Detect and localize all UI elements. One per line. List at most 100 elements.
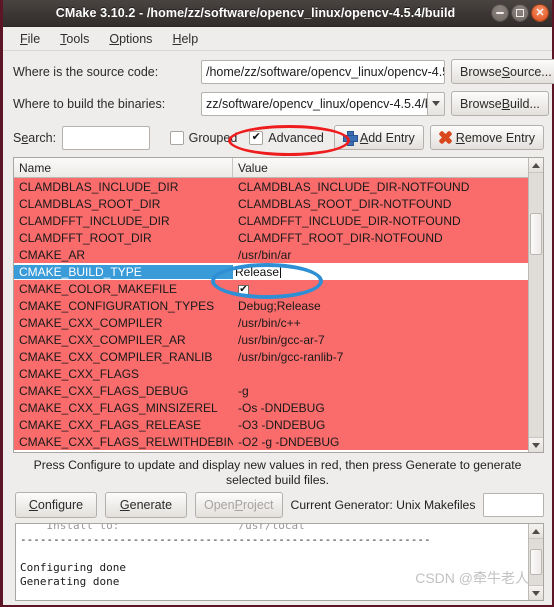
output-log-scrollbar[interactable] (528, 524, 543, 600)
cache-entry-value[interactable]: -O2 -g -DNDEBUG (233, 435, 528, 449)
table-row[interactable]: CMAKE_CXX_FLAGS (14, 365, 528, 382)
table-row[interactable]: CLAMDFFT_ROOT_DIR CLAMDFFT_ROOT_DIR-NOTFO… (14, 229, 528, 246)
table-row[interactable]: CMAKE_CXX_COMPILER_AR/usr/bin/gcc-ar-7 (14, 331, 528, 348)
cache-entry-value[interactable]: -g (233, 384, 528, 398)
current-generator-label: Current Generator: Unix Makefiles (290, 498, 476, 512)
table-row[interactable]: CMAKE_CXX_FLAGS_DEBUG -g (14, 382, 528, 399)
menu-help[interactable]: Help (163, 30, 207, 48)
browse-build-button[interactable]: Browse Build... (451, 91, 549, 116)
cache-entry-value[interactable]: -Os -DNDEBUG (233, 401, 528, 415)
table-row[interactable]: CMAKE_CXX_FLAGS_RELWITHDEBINFO -O2 -g -DN… (14, 433, 528, 450)
grouped-checkbox[interactable] (169, 130, 184, 145)
advanced-checkbox[interactable]: ✔ (249, 130, 264, 145)
cache-entry-checkbox[interactable]: ✔ (238, 284, 249, 296)
window-controls: ✕ (491, 4, 549, 22)
cache-entry-name: CMAKE_CXX_FLAGS_RELEASE (19, 417, 202, 432)
cache-entry-name: CMAKE_CXX_COMPILER_AR (19, 332, 186, 347)
search-label: Search: (13, 130, 57, 145)
source-label: Where is the source code: (13, 64, 159, 79)
cache-entry-name: CMAKE_COLOR_MAKEFILE (19, 281, 178, 296)
remove-entry-button[interactable]: Remove Entry (429, 125, 544, 150)
scroll-down-arrow-icon[interactable] (529, 437, 543, 452)
browse-source-button[interactable]: Browse Source... (451, 59, 554, 84)
table-row[interactable]: CMAKE_AR/usr/bin/ar (14, 246, 528, 263)
binaries-label: Where to build the binaries: (13, 96, 166, 111)
x-mark-icon (439, 131, 452, 144)
configure-button[interactable]: Configure (15, 492, 97, 518)
menu-tools[interactable]: Tools (51, 30, 98, 48)
hint-text: Press Configure to update and display ne… (33, 458, 522, 487)
table-row[interactable]: CMAKE_CXX_COMPILER/usr/bin/c++ (14, 314, 528, 331)
cache-entry-value[interactable]: /usr/bin/c++ (233, 316, 528, 330)
add-entry-button[interactable]: Add Entry (333, 125, 424, 150)
cache-entry-name: CMAKE_CONFIGURATION_TYPES (19, 298, 215, 313)
cache-entry-value[interactable]: /usr/bin/ar (233, 248, 528, 262)
cache-entry-name: CMAKE_CXX_COMPILER_RANLIB (19, 349, 213, 364)
minimize-icon[interactable] (491, 4, 509, 22)
cache-entry-value[interactable]: CLAMDBLAS_INCLUDE_DIR-NOTFOUND (233, 180, 528, 194)
menu-options[interactable]: Options (100, 30, 161, 48)
table-row[interactable]: CLAMDBLAS_ROOT_DIR CLAMDBLAS_ROOT_DIR-NOT… (14, 195, 528, 212)
column-header-name[interactable]: Name (14, 158, 233, 177)
menu-file[interactable]: File (11, 30, 49, 48)
cache-entry-value[interactable]: /usr/bin/gcc-ranlib-7 (233, 350, 528, 364)
output-log-text[interactable]: Install to: /usr/local ------------------… (16, 524, 528, 600)
advanced-label: Advanced (268, 130, 324, 145)
cache-entry-value[interactable]: CLAMDFFT_ROOT_DIR-NOTFOUND (233, 231, 528, 245)
cache-table: Name Value CLAMDBLAS_INCLUDE_DIR CLAMDBLA… (13, 157, 544, 453)
path-form: Where is the source code: /home/zz/softw… (3, 51, 554, 125)
generator-field[interactable] (483, 493, 544, 517)
search-input[interactable] (62, 125, 150, 150)
log-scrollbar-track[interactable] (529, 539, 543, 585)
log-line-clipped: Install to: /usr/local (20, 524, 305, 532)
cache-entry-editor[interactable]: Release (235, 264, 280, 279)
scroll-up-arrow-icon[interactable] (529, 158, 543, 173)
log-scrollbar-thumb[interactable] (530, 549, 542, 575)
table-row[interactable]: CMAKE_CONFIGURATION_TYPES Debug;Release (14, 297, 528, 314)
binaries-row: Where to build the binaries: zz/software… (13, 91, 549, 116)
cache-entry-name: CLAMDFFT_ROOT_DIR (19, 230, 152, 245)
cache-entry-name: CMAKE_CXX_FLAGS (19, 366, 140, 381)
window-title: CMake 3.10.2 - /home/zz/software/opencv_… (55, 6, 456, 20)
cmake-gui-window: CMake 3.10.2 - /home/zz/software/opencv_… (0, 0, 554, 607)
grouped-checkbox-wrap[interactable]: Grouped (169, 130, 238, 145)
menu-file-rest: ile (27, 31, 41, 46)
cache-entry-value[interactable]: Debug;Release (233, 299, 528, 313)
cache-entry-name: CMAKE_CXX_FLAGS_RELWITHDEBINFO (19, 434, 233, 449)
table-row[interactable]: CMAKE_CXX_FLAGS_RELEASE -O3 -DNDEBUG (14, 416, 528, 433)
chevron-down-icon[interactable] (427, 91, 445, 116)
cache-entry-value[interactable]: Release (233, 264, 528, 279)
log-scroll-up-arrow-icon[interactable] (529, 524, 543, 539)
grouped-label: Grouped (188, 130, 238, 145)
text-caret (280, 265, 282, 278)
scrollbar-track[interactable] (529, 173, 543, 437)
log-scroll-down-arrow-icon[interactable] (529, 585, 543, 600)
cache-entry-value[interactable]: ✔ (233, 281, 528, 296)
maximize-icon[interactable] (511, 4, 529, 22)
table-row[interactable]: CMAKE_CXX_FLAGS_MINSIZEREL -Os -DNDEBUG (14, 399, 528, 416)
cache-table-body: CLAMDBLAS_INCLUDE_DIR CLAMDBLAS_INCLUDE_D… (14, 178, 528, 452)
menu-options-rest: ptions (119, 31, 153, 46)
advanced-checkbox-wrap[interactable]: ✔ Advanced (249, 130, 324, 145)
generate-button[interactable]: Generate (105, 492, 187, 518)
cache-entry-value[interactable]: CLAMDBLAS_ROOT_DIR-NOTFOUND (233, 197, 528, 211)
watermark: CSDN @牵牛老人 (415, 570, 529, 586)
menu-help-rest: elp (181, 31, 199, 46)
source-input[interactable]: /home/zz/software/opencv_linux/opencv-4.… (201, 59, 445, 84)
close-icon[interactable]: ✕ (531, 4, 549, 22)
column-header-value[interactable]: Value (233, 158, 528, 177)
cache-entry-name: CLAMDBLAS_INCLUDE_DIR (19, 179, 179, 194)
cache-entry-value[interactable]: /usr/bin/gcc-ar-7 (233, 333, 528, 347)
table-row[interactable]: CMAKE_COLOR_MAKEFILE ✔ (14, 280, 528, 297)
table-row[interactable]: CMAKE_CXX_COMPILER_RANLIB/usr/bin/gcc-ra… (14, 348, 528, 365)
scrollbar-thumb[interactable] (530, 213, 542, 255)
cache-entry-name: CMAKE_BUILD_TYPE (14, 264, 233, 279)
table-row[interactable]: CLAMDFFT_INCLUDE_DIR CLAMDFFT_INCLUDE_DIR… (14, 212, 528, 229)
cache-entry-value[interactable]: CLAMDFFT_INCLUDE_DIR-NOTFOUND (233, 214, 528, 228)
title-bar: CMake 3.10.2 - /home/zz/software/opencv_… (3, 0, 552, 27)
cache-table-scrollbar[interactable] (528, 158, 543, 452)
cache-entry-value[interactable]: -O3 -DNDEBUG (233, 418, 528, 432)
table-row[interactable]: CMAKE_BUILD_TYPE Release (14, 263, 528, 280)
binaries-input[interactable]: zz/software/opencv_linux/opencv-4.5.4/bu… (201, 91, 427, 116)
table-row[interactable]: CLAMDBLAS_INCLUDE_DIR CLAMDBLAS_INCLUDE_D… (14, 178, 528, 195)
